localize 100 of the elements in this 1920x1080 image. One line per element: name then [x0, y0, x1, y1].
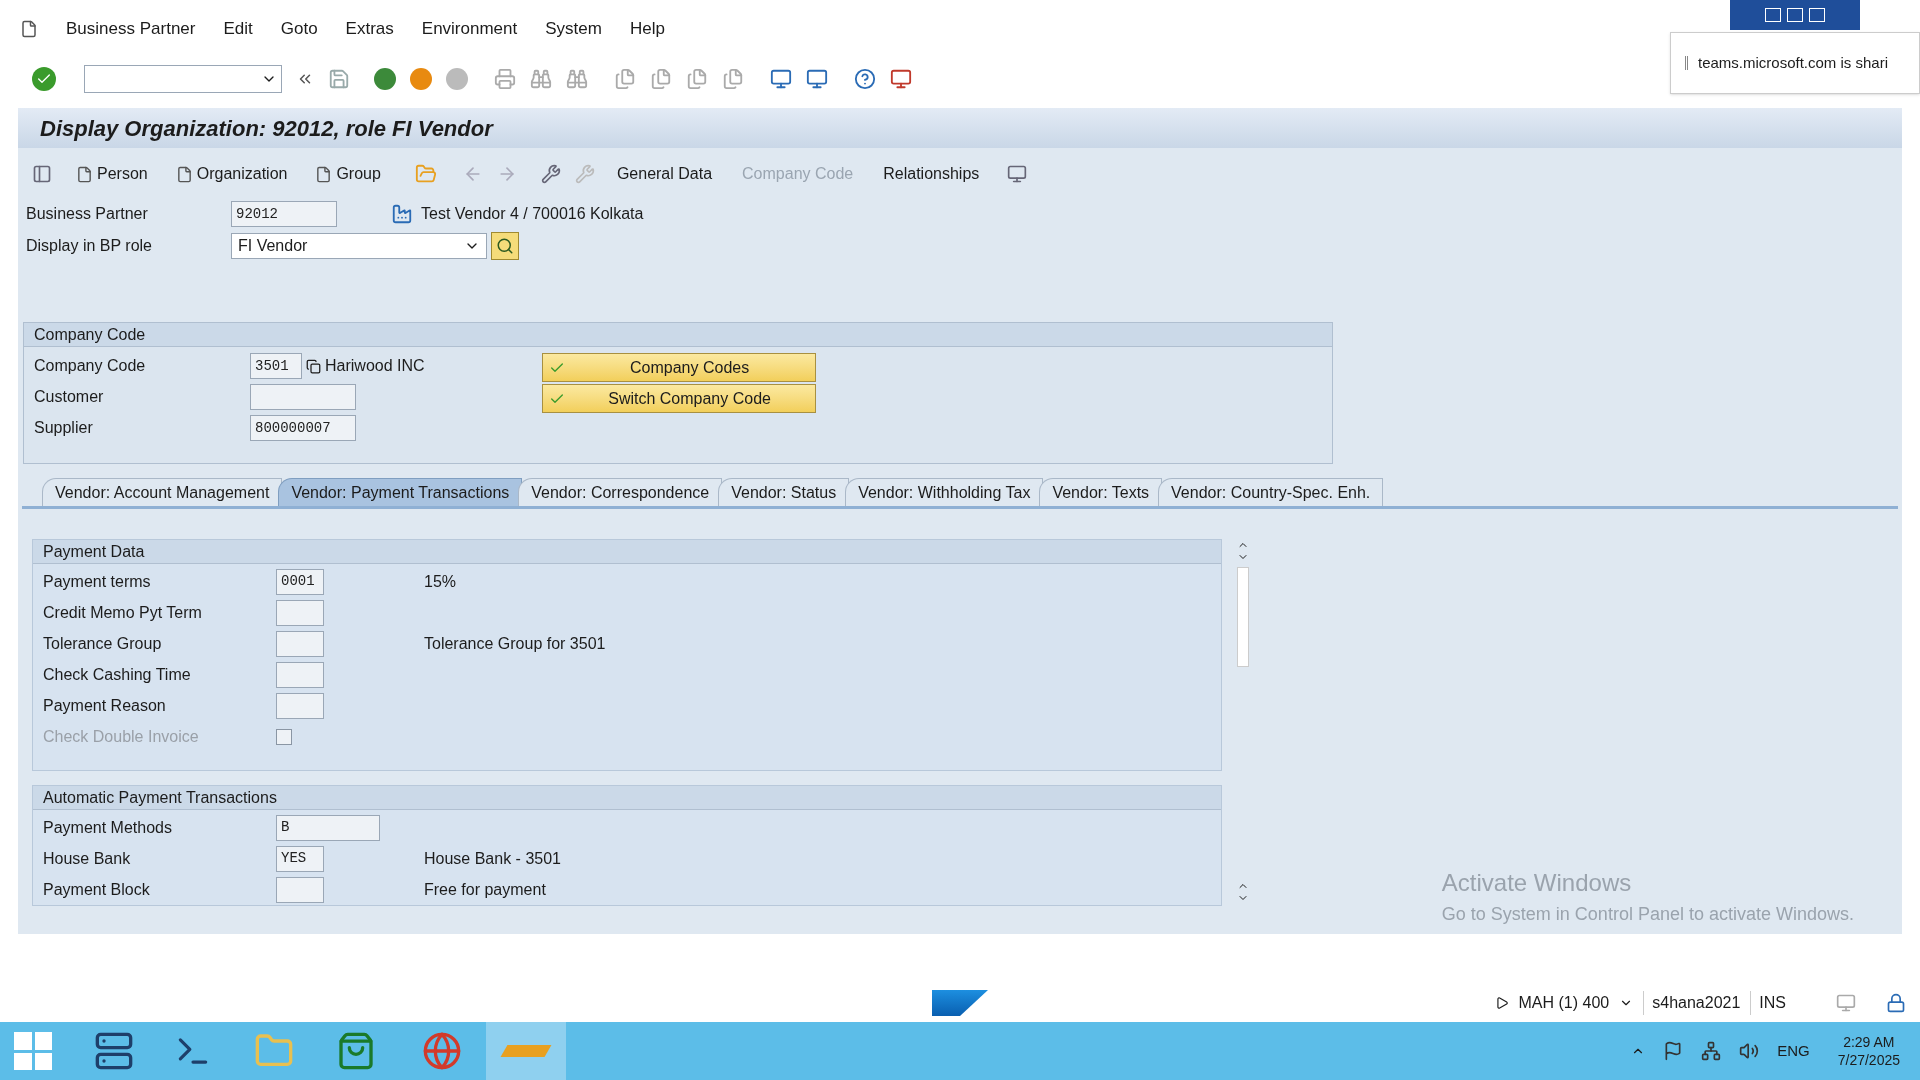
input-field[interactable]	[276, 661, 324, 688]
field-label: Business Partner	[26, 204, 149, 224]
screen-title: Display Organization: 92012, role FI Vendor	[40, 114, 493, 143]
pause-icon	[1685, 56, 1688, 70]
scroll-thumb[interactable]	[1237, 567, 1249, 667]
view-button[interactable]: Relationships	[875, 162, 988, 186]
minimize-button[interactable]	[1765, 8, 1781, 22]
field-description: Tolerance Group for 3501	[424, 633, 606, 654]
menu-item[interactable]: Business Partner	[66, 16, 196, 42]
command-field[interactable]	[84, 65, 282, 93]
section-title: Automatic Payment Transactions	[43, 787, 277, 808]
find-icon[interactable]	[530, 68, 552, 90]
input-field[interactable]	[276, 599, 324, 626]
field-label: Supplier	[34, 418, 94, 438]
clock-date: 7/27/2025	[1837, 1051, 1900, 1069]
help-icon[interactable]	[854, 68, 876, 90]
menu-item[interactable]: Extras	[345, 16, 394, 42]
lock-icon[interactable]	[1886, 993, 1906, 1013]
field-description: Free for payment	[424, 879, 546, 900]
input-field[interactable]	[276, 876, 324, 903]
field-label: Payment Block	[43, 879, 151, 900]
server-name: s4hana2021	[1643, 991, 1741, 1015]
activation-title: Activate Windows	[1441, 868, 1633, 898]
store-icon[interactable]	[336, 1031, 376, 1071]
field-description: House Bank - 3501	[424, 848, 561, 869]
tab[interactable]: Vendor: Texts	[1039, 478, 1163, 506]
input-field[interactable]: 3501	[250, 353, 302, 379]
field-label: Display in BP role	[26, 236, 153, 256]
field-label: Customer	[34, 387, 105, 407]
tab[interactable]: Vendor: Account Management	[42, 478, 283, 506]
tab[interactable]: Vendor: Payment Transactions	[278, 478, 523, 506]
input-field[interactable]: B	[276, 814, 380, 841]
field-label: Tolerance Group	[43, 633, 163, 654]
menu-item[interactable]: Edit	[223, 16, 253, 42]
create-button[interactable]: Group	[311, 162, 385, 186]
tab[interactable]: Vendor: Country-Spec. Enh.	[1158, 478, 1384, 506]
factory-icon	[391, 203, 413, 225]
start-button[interactable]	[14, 1032, 52, 1070]
panel-title: Company Code	[34, 324, 146, 345]
view-button[interactable]: General Data	[608, 162, 721, 186]
status-expand-icon[interactable]	[1494, 996, 1509, 1010]
change-icon[interactable]	[574, 164, 595, 184]
close-button[interactable]	[1809, 8, 1825, 22]
create-button[interactable]: Person	[72, 162, 152, 186]
enter-button[interactable]	[32, 67, 56, 91]
menu-item[interactable]: Help	[629, 16, 665, 42]
input-field[interactable]	[276, 630, 324, 657]
network-icon[interactable]	[1701, 1041, 1722, 1061]
server-manager-icon[interactable]	[94, 1031, 134, 1071]
input-mode: INS	[1750, 991, 1786, 1015]
print-icon[interactable]	[494, 68, 516, 90]
find-next-icon[interactable]	[566, 68, 588, 90]
menu-icon	[20, 20, 38, 38]
field-description: Hariwood INC	[325, 356, 425, 376]
input-field[interactable]: 800000007	[250, 415, 356, 441]
input-field[interactable]: 0001	[276, 568, 324, 595]
activation-text: Go to System in Control Panel to activate Windows.	[1441, 903, 1854, 926]
menu-item[interactable]: Goto	[280, 16, 318, 42]
field-label: Check Double Invoice	[43, 726, 200, 747]
create-button[interactable]: Organization	[171, 162, 292, 186]
input-field[interactable]: 92012	[231, 201, 337, 227]
input-field[interactable]: YES	[276, 845, 324, 872]
flag-icon[interactable]	[1663, 1041, 1684, 1061]
document-icon	[175, 165, 193, 183]
tab[interactable]: Vendor: Correspondence	[518, 478, 723, 506]
field-description: 15%	[424, 571, 457, 592]
copy-icon[interactable]	[306, 358, 321, 374]
menu-item[interactable]: Environment	[421, 16, 518, 42]
save-icon[interactable]	[328, 68, 350, 90]
volume-icon[interactable]	[1739, 1041, 1760, 1061]
language-indicator: ENG	[1777, 1040, 1810, 1061]
menu-item[interactable]: System	[545, 16, 602, 42]
search-icon	[496, 237, 514, 255]
open-icon[interactable]	[414, 163, 437, 185]
browser-icon[interactable]	[422, 1031, 462, 1071]
display-icon[interactable]	[1007, 164, 1028, 184]
field-description: Test Vendor 4 / 700016 Kolkata	[421, 204, 644, 224]
field-label: Payment Methods	[43, 817, 173, 838]
connection-icon[interactable]	[1836, 993, 1856, 1013]
input-field[interactable]	[250, 384, 356, 410]
company-code-button[interactable]: Switch Company Code	[541, 384, 816, 413]
restore-button[interactable]	[1787, 8, 1803, 22]
sap-logo	[932, 990, 988, 1016]
edit-icon[interactable]	[540, 164, 561, 184]
company-code-button[interactable]: Company Codes	[541, 353, 816, 382]
field-label: Payment terms	[43, 571, 152, 592]
document-icon	[76, 165, 93, 183]
field-label: Check Cashing Time	[43, 664, 192, 685]
tab[interactable]: Vendor: Withholding Tax	[845, 478, 1044, 506]
section-title: Payment Data	[43, 541, 145, 562]
tab[interactable]: Vendor: Status	[718, 478, 850, 506]
input-field[interactable]	[276, 692, 324, 719]
field-label: House Bank	[43, 848, 132, 869]
role-dropdown[interactable]: FI Vendor	[231, 233, 487, 259]
navigation-icon[interactable]	[32, 164, 52, 184]
document-icon	[315, 165, 333, 183]
session-info: MAH (1) 400	[1518, 993, 1610, 1013]
search-button[interactable]	[491, 232, 519, 260]
field-label: Payment Reason	[43, 695, 167, 716]
notification-text: teams.microsoft.com is shari	[1698, 52, 1889, 73]
